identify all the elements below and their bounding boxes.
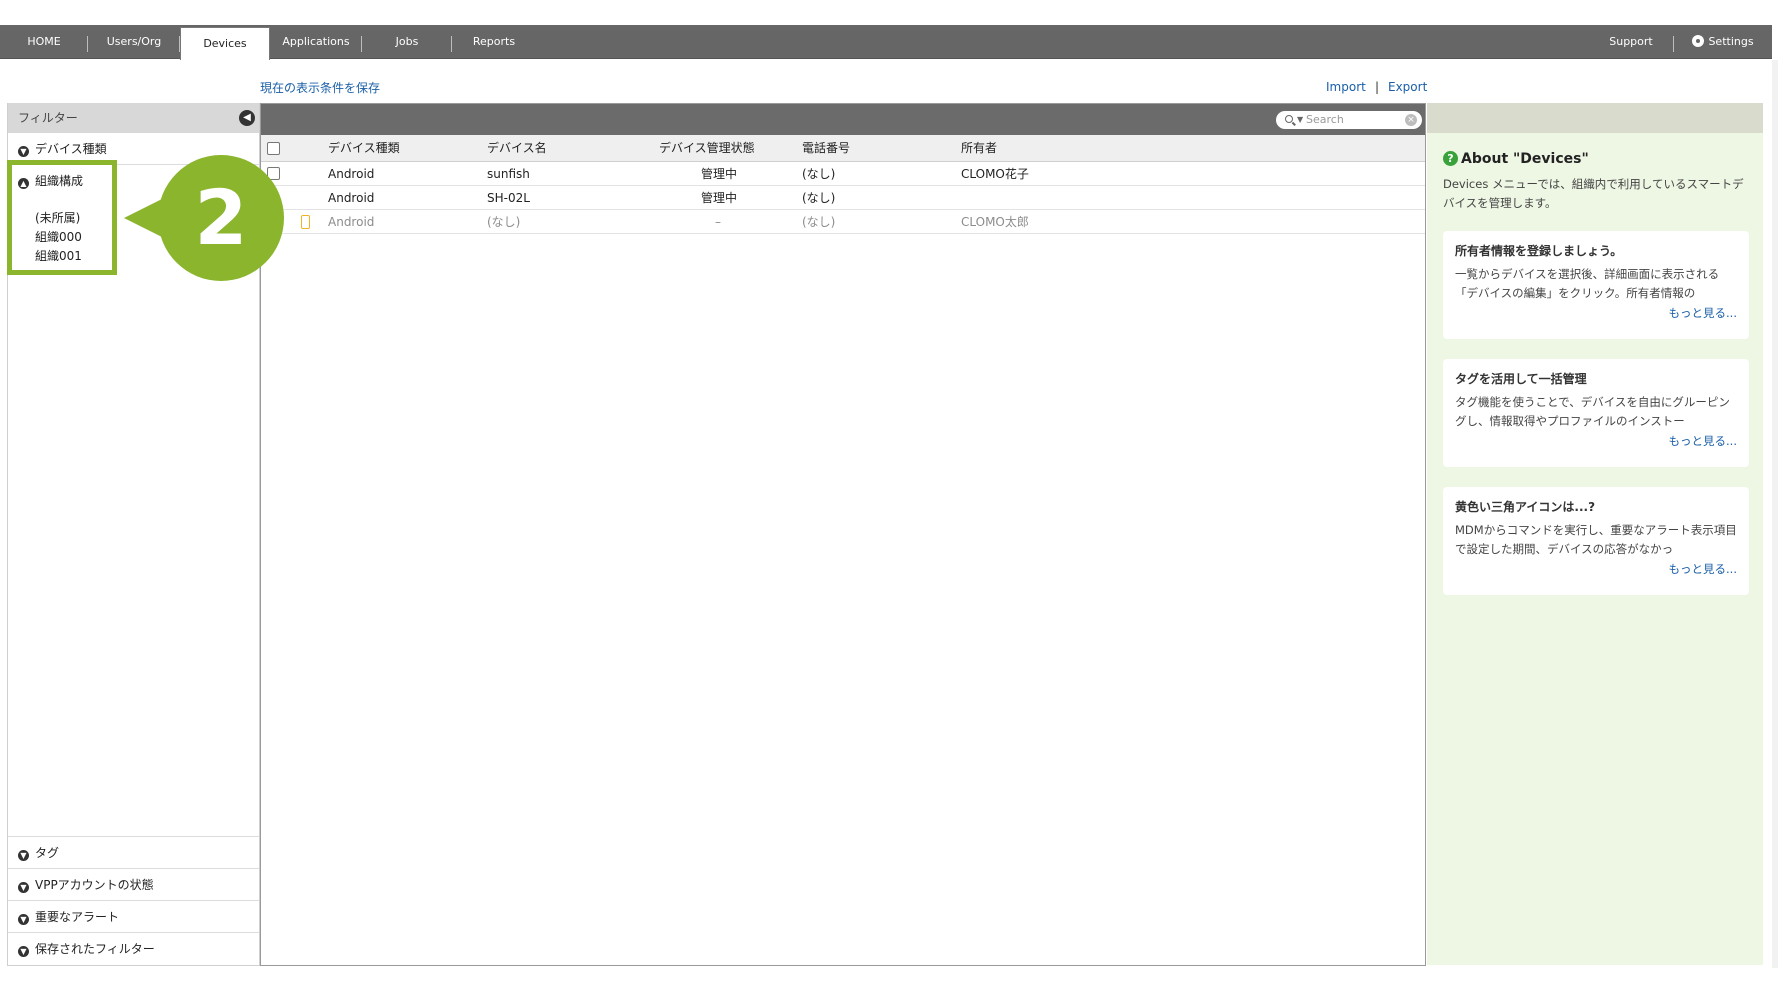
list-toolbar: ▼ Search × xyxy=(261,104,1425,135)
link-separator: | xyxy=(1375,80,1380,94)
cell-device-type: Android xyxy=(328,191,375,205)
save-view-link[interactable]: 現在の表示条件を保存 xyxy=(260,79,380,96)
top-nav: HOME Users/Org Devices Applications Jobs… xyxy=(0,25,1772,60)
smartphone-icon xyxy=(301,215,310,229)
cell-status: 管理中 xyxy=(701,191,738,205)
export-link[interactable]: Export xyxy=(1388,80,1427,94)
about-description: Devices メニューでは、組織内で利用しているスマートデバイスを管理します。 xyxy=(1443,177,1744,210)
section-label: 保存されたフィルター xyxy=(35,942,155,956)
collapse-sidebar-icon[interactable]: ◀ xyxy=(239,110,255,126)
cell-phone: (なし) xyxy=(802,167,836,181)
filter-bottom-sections: ▼ タグ ▼ VPPアカウントの状態 ▼ 重要なアラート ▼ 保存されたフィルター xyxy=(8,836,259,965)
gear-icon xyxy=(1692,35,1705,47)
section-label: タグ xyxy=(35,846,60,860)
search-icon xyxy=(1285,115,1293,123)
table-row[interactable]: Android (なし) – (なし) CLOMO太郎 xyxy=(261,210,1425,234)
read-more-link[interactable]: もっと見る... xyxy=(1455,431,1737,451)
filter-section-alert[interactable]: ▼ 重要なアラート xyxy=(8,901,259,933)
table-row[interactable]: Android SH-02L 管理中 (なし) xyxy=(261,186,1425,210)
about-title: ? About "Devices" xyxy=(1443,151,1589,167)
tab-reports[interactable]: Reports xyxy=(452,25,536,59)
read-more-link[interactable]: もっと見る... xyxy=(1455,559,1737,579)
section-label: 重要なアラート xyxy=(35,910,120,924)
tip-card-title: 黄色い三角アイコンは...? xyxy=(1455,500,1596,514)
cell-device-name: sunfish xyxy=(487,167,530,181)
filter-section-vpp[interactable]: ▼ VPPアカウントの状態 xyxy=(8,869,259,901)
search-placeholder: Search xyxy=(1306,113,1344,126)
help-icon: ? xyxy=(1443,151,1458,166)
column-header[interactable]: 所有者 xyxy=(961,135,997,162)
filter-section-tag[interactable]: ▼ タグ xyxy=(8,837,259,869)
chevron-down-icon: ▼ xyxy=(18,914,29,925)
cell-status: – xyxy=(715,215,721,229)
tab-devices[interactable]: Devices xyxy=(180,27,270,60)
chevron-down-icon: ▼ xyxy=(18,882,29,893)
column-header[interactable]: デバイス管理状態 xyxy=(659,135,755,162)
search-input[interactable]: ▼ Search × xyxy=(1276,111,1422,129)
info-panel: ? About "Devices" Devices メニューでは、組織内で利用して… xyxy=(1427,103,1763,965)
tab-home[interactable]: HOME xyxy=(0,25,88,59)
cell-owner: CLOMO花子 xyxy=(961,167,1029,181)
cell-status: 管理中 xyxy=(701,167,738,181)
step-callout: 2 xyxy=(158,155,284,281)
column-header[interactable]: デバイス名 xyxy=(487,135,547,162)
tip-card-title: タグを活用して一括管理 xyxy=(1455,372,1587,386)
support-link[interactable]: Support xyxy=(1588,25,1674,59)
tip-card: 黄色い三角アイコンは...? MDMからコマンドを実行し、重要なアラート表示項目… xyxy=(1443,487,1749,595)
tip-card-title: 所有者情報を登録しましょう。 xyxy=(1455,244,1623,258)
settings-link[interactable]: Settings xyxy=(1680,25,1766,59)
chevron-down-icon: ▼ xyxy=(18,946,29,957)
select-all-checkbox[interactable] xyxy=(267,142,280,155)
cell-phone: (なし) xyxy=(802,215,836,229)
caret-down-icon: ▼ xyxy=(1297,115,1304,124)
info-panel-header xyxy=(1427,103,1763,133)
page-scrollbar[interactable] xyxy=(1772,60,1778,968)
about-title-text: About "Devices" xyxy=(1461,151,1589,167)
cell-owner: CLOMO太郎 xyxy=(961,215,1029,229)
device-list-panel: ▼ Search × デバイス種類 デバイス名 デバイス管理状態 電話番号 所有… xyxy=(260,103,1426,966)
tab-applications[interactable]: Applications xyxy=(270,25,362,59)
tip-card: 所有者情報を登録しましょう。 一覧からデバイスを選択後、詳細画面に表示される「デ… xyxy=(1443,231,1749,339)
cell-phone: (なし) xyxy=(802,191,836,205)
column-header[interactable]: デバイス種類 xyxy=(328,135,400,162)
cell-device-name: (なし) xyxy=(487,215,521,229)
tip-card: タグを活用して一括管理 タグ機能を使うことで、デバイスを自由にグルーピングし、情… xyxy=(1443,359,1749,467)
section-label: VPPアカウントの状態 xyxy=(35,878,154,892)
tab-users-org[interactable]: Users/Org xyxy=(88,25,180,59)
chevron-down-icon: ▼ xyxy=(18,850,29,861)
section-label: デバイス種類 xyxy=(35,142,107,156)
tip-card-body: MDMからコマンドを実行し、重要なアラート表示項目で設定した期間、デバイスの応答… xyxy=(1455,523,1737,556)
import-link[interactable]: Import xyxy=(1326,80,1366,94)
settings-label: Settings xyxy=(1708,35,1754,48)
cell-device-type: Android xyxy=(328,215,375,229)
tip-card-body: 一覧からデバイスを選択後、詳細画面に表示される「デバイスの編集」をクリック。所有… xyxy=(1455,267,1720,300)
filter-header: フィルター ◀ xyxy=(8,103,259,133)
cell-device-name: SH-02L xyxy=(487,191,530,205)
table-header: デバイス種類 デバイス名 デバイス管理状態 電話番号 所有者 xyxy=(261,135,1425,162)
tab-jobs[interactable]: Jobs xyxy=(362,25,452,59)
chevron-down-icon: ▼ xyxy=(18,146,29,157)
highlight-box xyxy=(7,160,117,275)
column-header[interactable]: 電話番号 xyxy=(802,135,850,162)
tip-card-body: タグ機能を使うことで、デバイスを自由にグルーピングし、情報取得やプロファイルのイ… xyxy=(1455,395,1730,428)
cell-device-type: Android xyxy=(328,167,375,181)
filter-section-saved[interactable]: ▼ 保存されたフィルター xyxy=(8,933,259,965)
filter-title: フィルター xyxy=(18,111,78,125)
table-row[interactable]: Android sunfish 管理中 (なし) CLOMO花子 xyxy=(261,162,1425,186)
clear-icon[interactable]: × xyxy=(1405,114,1417,126)
read-more-link[interactable]: もっと見る... xyxy=(1455,303,1737,323)
